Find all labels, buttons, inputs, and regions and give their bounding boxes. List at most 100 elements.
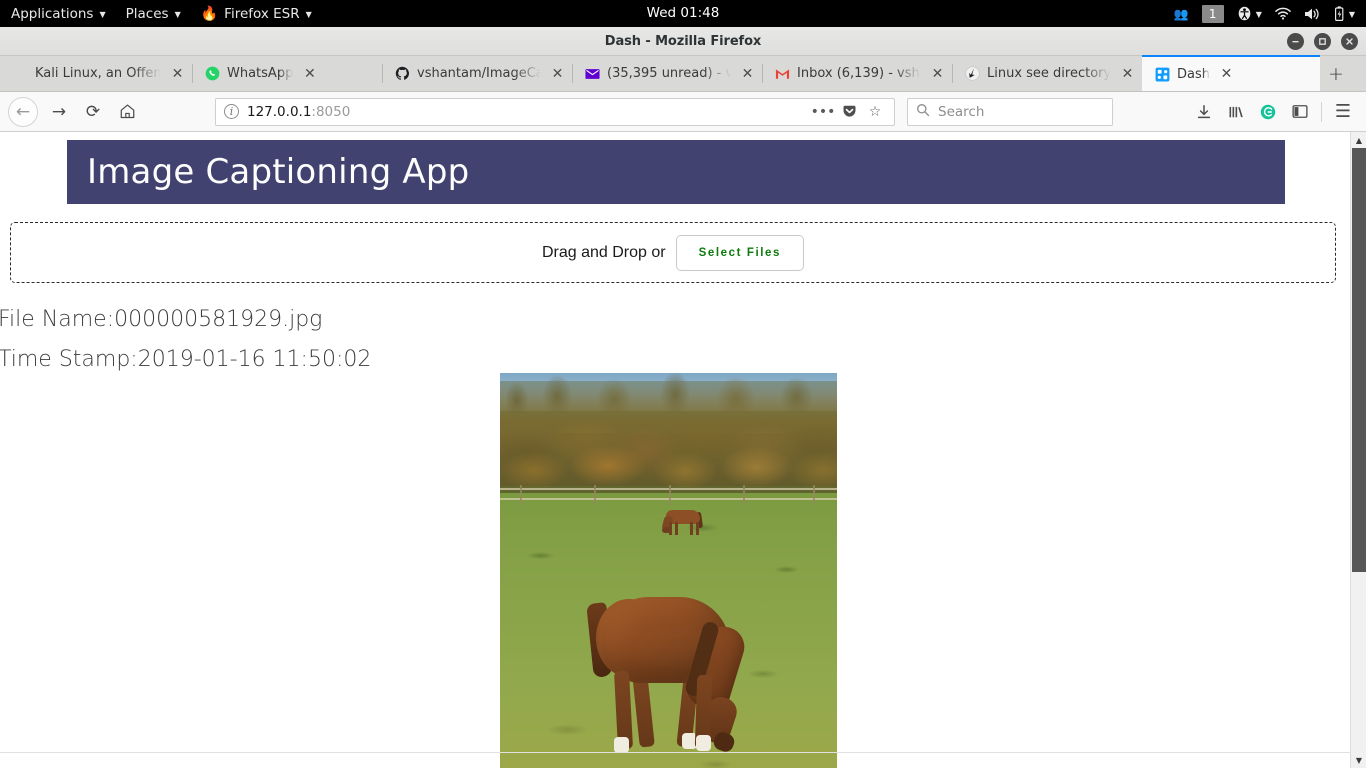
chevron-down-icon: ▼ [305,9,312,19]
chevron-down-icon: ▼ [174,9,181,19]
photo-fence [500,485,837,507]
yahoo-mail-icon [584,66,600,82]
page-viewport: Image Captioning App Drag and Drop or Se… [0,132,1366,768]
scroll-down-arrow[interactable]: ▼ [1351,752,1366,768]
upload-dropzone[interactable]: Drag and Drop or Select Files [10,222,1336,283]
window-controls [1287,27,1358,56]
site-info-icon[interactable]: i [224,104,239,119]
sidebar-icon[interactable] [1285,97,1315,127]
tab-title: Kali Linux, an Offensive [35,66,161,81]
search-bar[interactable]: Search [907,97,1113,126]
page-title: Image Captioning App [87,152,470,192]
plotly-dash-icon [1154,66,1170,82]
app-header-banner: Image Captioning App [67,140,1285,204]
close-icon[interactable]: ✕ [929,65,946,82]
tab-dash[interactable]: Dash ✕ [1142,55,1320,91]
close-icon[interactable]: ✕ [1218,66,1235,83]
url-bar[interactable]: i 127.0.0.1:8050 ••• ☆ [215,97,895,126]
select-files-button[interactable]: Select Files [675,234,805,271]
new-tab-button[interactable]: + [1320,56,1352,91]
firefox-window: Dash - Mozilla Firefox Kali Linux, an Of… [0,27,1366,768]
toolbar-divider [1321,101,1322,122]
url-host: 127.0.0.1 [247,103,312,120]
content-divider [0,752,1350,753]
url-port: :8050 [311,103,351,120]
stackoverflow-icon [964,66,980,82]
menu-applications-label: Applications [11,5,94,22]
bookmark-star-icon[interactable]: ☆ [862,99,888,125]
chevron-down-icon: ▼ [99,9,106,19]
downloads-icon[interactable] [1189,97,1219,127]
dropzone-prompt: Drag and Drop or [541,243,666,261]
tab-title: vshantam/ImageCa [417,66,541,81]
tab-title: Inbox (6,139) - vshan [797,66,921,81]
search-icon [916,103,930,121]
workspace-number: 1 [1201,4,1224,23]
search-placeholder: Search [938,103,985,120]
desktop-top-panel: Applications ▼ Places ▼ 🔥 Firefox ESR ▼ … [0,0,1366,27]
volume-icon[interactable] [1299,0,1326,27]
close-icon[interactable]: ✕ [549,65,566,82]
uploaded-photo: Mambo Dan Copyright 2012, Mambo Dan. All… [500,373,837,768]
grammarly-icon[interactable] [1253,97,1283,127]
whatsapp-icon [204,66,220,82]
close-button[interactable] [1341,33,1358,50]
home-button[interactable] [111,97,143,127]
tab-title: Linux see directory t [987,66,1111,81]
back-button[interactable]: ← [8,96,38,127]
chevron-down-icon: ▼ [1255,9,1262,19]
tab-strip: Kali Linux, an Offensive ✕ WhatsApp ✕ vs… [0,55,1366,92]
window-title: Dash - Mozilla Firefox [604,33,762,49]
file-name-text: File Name:000000581929.jpg [0,307,323,332]
accessibility-icon[interactable]: ▼ [1232,0,1267,27]
forward-button[interactable]: → [43,97,75,127]
window-titlebar: Dash - Mozilla Firefox [0,27,1366,56]
dash-app-page: Image Captioning App Drag and Drop or Se… [0,132,1350,768]
close-icon[interactable]: ✕ [1119,65,1136,82]
tab-title: (35,395 unread) - vs [607,66,731,81]
close-icon[interactable]: ✕ [301,65,318,82]
tab-title: WhatsApp [227,66,294,81]
chevron-down-icon: ▼ [1348,9,1355,19]
firefox-icon: 🔥 [200,5,219,22]
battery-icon[interactable]: ▼ [1329,0,1360,27]
tab-whatsapp[interactable]: WhatsApp ✕ [192,56,382,91]
wifi-icon[interactable] [1270,0,1296,27]
close-icon[interactable]: ✕ [739,65,756,82]
tab-github-imagecaptioning[interactable]: vshantam/ImageCa ✕ [382,56,572,91]
image-preview: Mambo Dan Copyright 2012, Mambo Dan. All… [500,373,837,768]
scroll-up-arrow[interactable]: ▲ [1351,132,1366,148]
generic-page-icon [12,66,28,82]
menu-firefox-esr[interactable]: 🔥 Firefox ESR ▼ [191,0,322,27]
tab-kali-linux[interactable]: Kali Linux, an Offensive ✕ [0,56,192,91]
maximize-button[interactable] [1314,33,1331,50]
menu-firefox-esr-label: Firefox ESR [224,5,300,22]
pocket-icon[interactable] [836,99,862,125]
scrollbar-thumb[interactable] [1352,148,1366,572]
navigation-toolbar: ← → ⟳ i 127.0.0.1:8050 ••• ☆ Search ☰ [0,92,1366,132]
close-icon[interactable]: ✕ [169,65,186,82]
file-metadata: File Name:000000581929.jpg Time Stamp:20… [0,300,1350,380]
menu-places-label: Places [125,5,169,22]
users-icon[interactable]: 👥 [1169,0,1194,27]
panel-status-area: 👥 1 ▼ ▼ [1169,0,1360,27]
tab-yahoo-mail[interactable]: (35,395 unread) - vs ✕ [572,56,762,91]
github-icon [394,66,410,82]
photo-background-horse [661,510,708,536]
vertical-scrollbar[interactable]: ▲ ▼ [1350,132,1366,768]
menu-applications[interactable]: Applications ▼ [0,0,116,27]
tab-gmail-inbox[interactable]: Inbox (6,139) - vshan ✕ [762,56,952,91]
hamburger-menu-icon[interactable]: ☰ [1328,97,1358,127]
menu-places[interactable]: Places ▼ [116,0,191,27]
tab-linux-see-directory[interactable]: Linux see directory t ✕ [952,56,1142,91]
reload-button[interactable]: ⟳ [77,97,109,127]
workspace-indicator[interactable]: 1 [1197,0,1229,27]
toolbar-right-icons: ☰ [1189,97,1358,127]
page-actions-icon[interactable]: ••• [810,99,836,125]
photo-foreground-horse [586,597,750,761]
gmail-icon [774,66,790,82]
minimize-button[interactable] [1287,33,1304,50]
tab-title: Dash [1177,66,1210,82]
library-icon[interactable] [1221,97,1251,127]
url-text: 127.0.0.1:8050 [247,104,810,120]
